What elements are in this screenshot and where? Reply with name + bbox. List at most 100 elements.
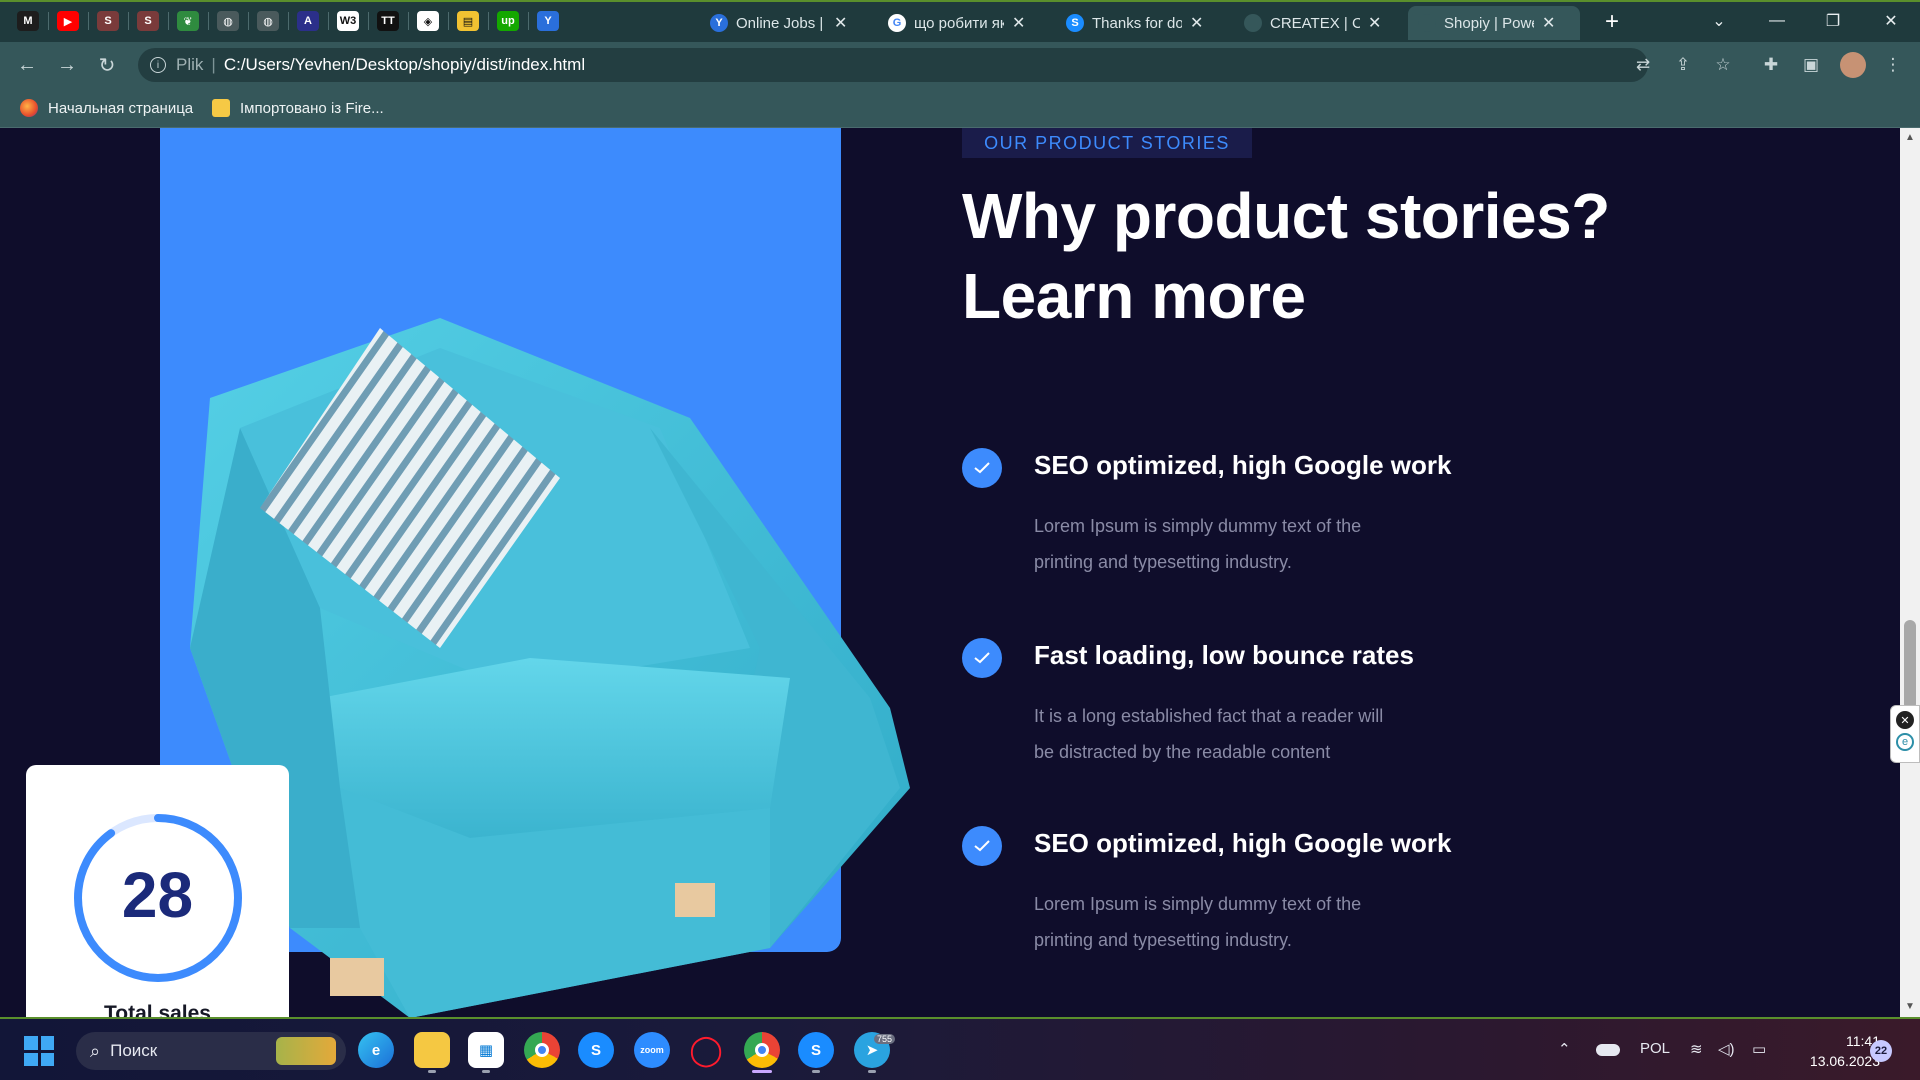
file-explorer-icon[interactable] xyxy=(414,1032,450,1068)
pinned-tab-glyph: ▶ xyxy=(57,11,79,31)
globe-tab-2-icon[interactable]: ◍ xyxy=(254,8,282,34)
codepen-tab-icon[interactable]: ◈ xyxy=(414,8,442,34)
telegram-badge: 755 xyxy=(874,1034,896,1044)
scroll-down-arrow-icon[interactable]: ▼ xyxy=(1903,1001,1917,1015)
youtube-tab-icon[interactable]: ▶ xyxy=(54,8,82,34)
bookmark-label: Імпортовано із Fire... xyxy=(240,99,384,117)
url-text[interactable]: C:/Users/Yevhen/Desktop/shopiy/dist/inde… xyxy=(224,55,585,75)
tab-close-icon[interactable]: ✕ xyxy=(1368,13,1381,33)
bookmark-imported-folder[interactable]: Імпортовано із Fire... xyxy=(212,96,384,120)
chrome-icon[interactable] xyxy=(524,1032,560,1068)
tab-separator xyxy=(408,12,409,30)
bookmark-star-icon[interactable]: ☆ xyxy=(1710,52,1736,78)
browser-tab[interactable]: S Thanks for dow ✕ xyxy=(1056,6,1228,40)
feature-title: SEO optimized, high Google work xyxy=(1034,450,1452,480)
feature-desc-line: Lorem Ipsum is simply dummy text of the xyxy=(1034,516,1362,536)
check-icon xyxy=(962,638,1002,678)
close-circle-icon[interactable]: ✕ xyxy=(1896,711,1914,729)
scrollbar-thumb[interactable] xyxy=(1904,620,1916,710)
upwork-tab-icon[interactable]: up xyxy=(494,8,522,34)
taskbar-clock[interactable]: 11:41 13.06.2023 xyxy=(1784,1031,1880,1071)
profile-avatar[interactable] xyxy=(1840,52,1866,78)
pinned-tab-glyph: ◈ xyxy=(417,11,439,31)
pinned-tab-glyph: TT xyxy=(377,11,399,31)
tab-close-icon[interactable]: ✕ xyxy=(1012,13,1025,33)
feature-description: Lorem Ipsum is simply dummy text of the … xyxy=(1034,886,1454,958)
chrome-profile-icon[interactable] xyxy=(744,1032,780,1068)
tab-title: Online Jobs | Fr xyxy=(736,14,826,32)
active-indicator xyxy=(752,1070,772,1073)
edge-icon[interactable]: e xyxy=(358,1032,394,1068)
zoom-icon[interactable]: zoom xyxy=(634,1032,670,1068)
pinned-tab-glyph: ◍ xyxy=(217,11,239,31)
share-icon[interactable]: ⇪ xyxy=(1670,52,1696,78)
site-info-icon[interactable]: i xyxy=(150,57,166,73)
address-bar[interactable]: i Plik | C:/Users/Yevhen/Desktop/shopiy/… xyxy=(138,48,1648,82)
back-button[interactable]: ← xyxy=(12,50,42,80)
close-window-button[interactable]: ✕ xyxy=(1866,6,1916,36)
bookmark-label: Начальная страница xyxy=(48,99,194,117)
tab-close-icon[interactable]: ✕ xyxy=(1190,13,1203,33)
skype-icon[interactable]: S xyxy=(578,1032,614,1068)
feature-title: Fast loading, low bounce rates xyxy=(1034,640,1414,670)
volume-icon[interactable]: ◁) xyxy=(1718,1040,1735,1058)
translate-icon[interactable]: ⇄ xyxy=(1630,52,1656,78)
pinned-tab-glyph: S xyxy=(97,11,119,31)
section-heading: Why product stories? Learn more xyxy=(962,176,1782,336)
search-icon: ⌕ xyxy=(90,1040,101,1061)
tab-close-icon[interactable]: ✕ xyxy=(1542,13,1555,33)
browser-tab[interactable]: Shopiy | Power ✕ xyxy=(1408,6,1580,40)
battery-icon[interactable]: ▭ xyxy=(1752,1040,1766,1058)
page-scrollbar[interactable] xyxy=(1900,128,1920,1017)
edge-extension-icon[interactable]: e xyxy=(1896,733,1914,751)
page-viewport: 28 Total sales OUR PRODUCT STORIES Why p… xyxy=(0,128,1900,1017)
scroll-up-arrow-icon[interactable]: ▲ xyxy=(1903,132,1917,146)
tab-favicon-icon: Y xyxy=(710,14,728,32)
side-panel-icon[interactable]: ▣ xyxy=(1798,52,1824,78)
a-tab-icon[interactable]: A xyxy=(294,8,322,34)
browser-tab[interactable]: Gщо робити які ✕ xyxy=(878,6,1050,40)
m-tab-icon[interactable]: M xyxy=(14,8,42,34)
taskbar-search[interactable]: ⌕ Поиск xyxy=(76,1032,346,1070)
input-language[interactable]: POL xyxy=(1640,1040,1670,1057)
app-tab-2-icon[interactable]: S xyxy=(134,8,162,34)
app-tab-1-icon[interactable]: S xyxy=(94,8,122,34)
tab-search-chevron-icon[interactable]: ⌄ xyxy=(1694,6,1744,36)
extensions-icon[interactable]: ✚ xyxy=(1758,52,1784,78)
tab-close-icon[interactable]: ✕ xyxy=(834,13,847,33)
tt-tab-icon[interactable]: TT xyxy=(374,8,402,34)
wifi-icon[interactable]: ≋ xyxy=(1690,1040,1703,1058)
restore-button[interactable]: ❐ xyxy=(1808,6,1858,36)
book-tab-icon[interactable]: ▤ xyxy=(454,8,482,34)
feature-desc-line: printing and typesetting industry. xyxy=(1034,930,1292,950)
url-scheme: Plik xyxy=(176,55,204,74)
menu-kebab-icon[interactable]: ⋮ xyxy=(1880,52,1906,78)
onedrive-cloud-icon[interactable] xyxy=(1596,1044,1620,1056)
freelance-tab-icon[interactable]: Y xyxy=(534,8,562,34)
forward-button[interactable]: → xyxy=(52,50,82,80)
new-tab-button[interactable]: + xyxy=(1597,8,1627,36)
clock-date: 13.06.2023 xyxy=(1809,1053,1880,1069)
tab-separator xyxy=(528,12,529,30)
globe-tab-1-icon[interactable]: ◍ xyxy=(214,8,242,34)
tray-overflow-chevron-icon[interactable]: ⌃ xyxy=(1558,1040,1571,1058)
chair-leg xyxy=(330,958,384,996)
tab-separator xyxy=(248,12,249,30)
leaf-tab-icon[interactable]: ❦ xyxy=(174,8,202,34)
pinned-tab-glyph: ❦ xyxy=(177,11,199,31)
reload-button[interactable]: ↻ xyxy=(92,50,122,80)
bookmark-home[interactable]: Начальная страница xyxy=(20,96,193,120)
opera-icon[interactable]: ◯ xyxy=(688,1032,724,1068)
w3-tab-icon[interactable]: W3 xyxy=(334,8,362,34)
tab-separator xyxy=(168,12,169,30)
pinned-tab-glyph: S xyxy=(137,11,159,31)
minimize-button[interactable]: — xyxy=(1752,6,1802,36)
tab-separator xyxy=(208,12,209,30)
feature-desc-line: be distracted by the readable content xyxy=(1034,742,1331,762)
notification-badge[interactable]: 22 xyxy=(1870,1040,1892,1062)
browser-tab[interactable]: CREATEX | Cou ✕ xyxy=(1234,6,1406,40)
skype-second-icon[interactable]: S xyxy=(798,1032,834,1068)
start-windows-icon[interactable] xyxy=(24,1036,54,1066)
microsoft-store-icon[interactable]: ▦ xyxy=(468,1032,504,1068)
browser-tab[interactable]: Y Online Jobs | Fr ✕ xyxy=(700,6,872,40)
